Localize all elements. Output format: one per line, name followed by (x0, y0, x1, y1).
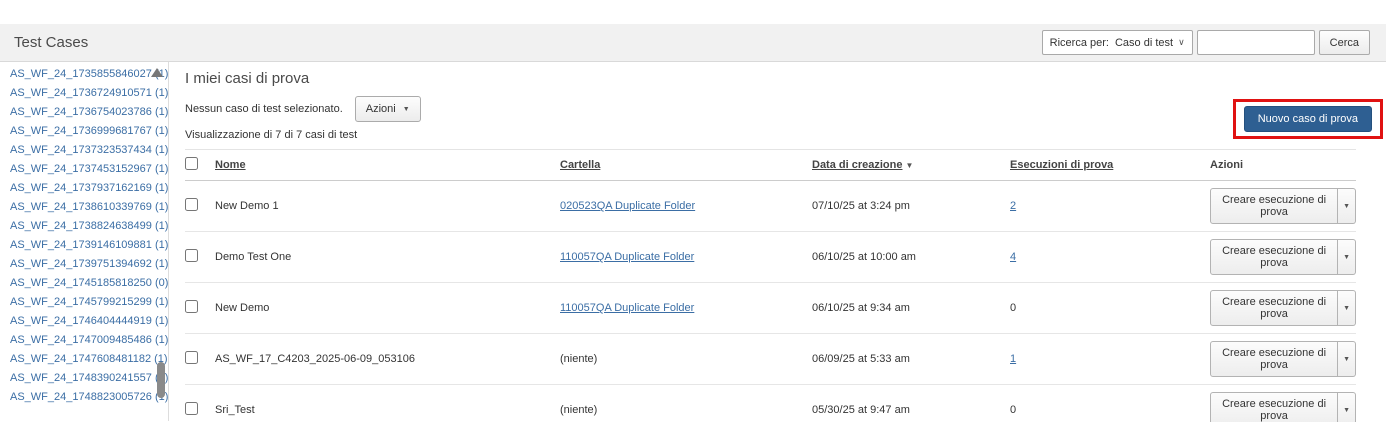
sidebar-item-case-group[interactable]: AS_WF_24_1745185818250 (0) (0, 274, 168, 293)
caret-down-icon: ▼ (403, 106, 410, 113)
executions-count[interactable]: 2 (1010, 200, 1016, 212)
sidebar-item-case-group[interactable]: AS_WF_24_1737937162169 (1) (0, 179, 168, 198)
actions-button-label: Azioni (366, 103, 396, 115)
row-action-caret-icon[interactable]: ▼ (1338, 188, 1356, 224)
executions-count[interactable]: 1 (1010, 353, 1016, 365)
sort-descending-icon: ▼ (905, 161, 913, 170)
sidebar-item-case-group[interactable]: AS_WF_24_1748823005726 (1) (0, 388, 168, 407)
sidebar-item-case-group[interactable]: AS_WF_24_1746404444919 (1) (0, 312, 168, 331)
search-scope-label: Ricerca per: (1050, 37, 1109, 49)
column-header-name[interactable]: Nome (215, 159, 246, 171)
row-checkbox[interactable] (185, 300, 198, 313)
sidebar-item-case-group[interactable]: AS_WF_24_1736724910571 (1) (0, 84, 168, 103)
case-name: Demo Test One (215, 251, 291, 263)
table-body: New Demo 1 020523QA Duplicate Folder 07/… (185, 181, 1356, 422)
row-checkbox[interactable] (185, 198, 198, 211)
row-action-split-button: Creare esecuzione di prova ▼ (1210, 341, 1356, 377)
row-action-split-button: Creare esecuzione di prova ▼ (1210, 392, 1356, 422)
table-row: New Demo 110057QA Duplicate Folder 06/10… (185, 283, 1356, 334)
row-action-split-button: Creare esecuzione di prova ▼ (1210, 239, 1356, 275)
folder-link[interactable]: 110057QA Duplicate Folder (560, 302, 694, 314)
sidebar-scrollbar-thumb[interactable] (157, 362, 165, 398)
sidebar-item-case-group[interactable]: AS_WF_24_1739146109881 (1) (0, 236, 168, 255)
chevron-down-icon: ∨ (1178, 37, 1185, 48)
search-button[interactable]: Cerca (1319, 30, 1370, 55)
executions-count[interactable]: 0 (1010, 302, 1016, 314)
new-test-case-button[interactable]: Nuovo caso di prova (1244, 106, 1372, 132)
table-row: Demo Test One 110057QA Duplicate Folder … (185, 232, 1356, 283)
sidebar: AS_WF_24_1735855846027 (1) AS_WF_24_1736… (0, 62, 169, 421)
row-action-split-button: Creare esecuzione di prova ▼ (1210, 188, 1356, 224)
create-test-run-button[interactable]: Creare esecuzione di prova (1210, 290, 1338, 326)
selection-status: Nessun caso di test selezionato. (185, 103, 343, 115)
page-header: Test Cases Ricerca per: Caso di test ∨ C… (0, 24, 1386, 62)
sidebar-item-case-group[interactable]: AS_WF_24_1748390241557 (1) (0, 369, 168, 388)
search-scope-select[interactable]: Caso di test ∨ (1115, 37, 1185, 49)
sidebar-item-case-group[interactable]: AS_WF_24_1737323537434 (1) (0, 141, 168, 160)
test-cases-table: Nome Cartella Data di creazione▼ Esecuzi… (185, 149, 1356, 422)
search-input[interactable] (1197, 30, 1315, 55)
display-count: Visualizzazione di 7 di 7 casi di test (185, 129, 1356, 141)
sidebar-item-case-group[interactable]: AS_WF_24_1747009485486 (1) (0, 331, 168, 350)
sidebar-item-case-group[interactable]: AS_WF_24_1736999681767 (1) (0, 122, 168, 141)
column-header-folder[interactable]: Cartella (560, 159, 600, 171)
sidebar-item-case-group[interactable]: AS_WF_24_1738824638499 (1) (0, 217, 168, 236)
annotation-highlight-box: Nuovo caso di prova (1233, 99, 1383, 139)
section-heading: I miei casi di prova (185, 70, 1356, 87)
row-action-caret-icon[interactable]: ▼ (1338, 392, 1356, 422)
folder-link[interactable]: (niente) (560, 353, 597, 365)
actions-dropdown-button[interactable]: Azioni ▼ (355, 96, 421, 122)
sidebar-item-case-group[interactable]: AS_WF_24_1736754023786 (1) (0, 103, 168, 122)
column-header-executions[interactable]: Esecuzioni di prova (1010, 159, 1113, 171)
search-area: Ricerca per: Caso di test ∨ Cerca (1042, 30, 1370, 55)
top-spacer (0, 0, 1386, 24)
create-test-run-button[interactable]: Creare esecuzione di prova (1210, 188, 1338, 224)
row-checkbox[interactable] (185, 249, 198, 262)
scroll-up-icon[interactable] (151, 68, 163, 77)
row-action-caret-icon[interactable]: ▼ (1338, 341, 1356, 377)
search-scope-box: Ricerca per: Caso di test ∨ (1042, 30, 1193, 55)
table-row: AS_WF_17_C4203_2025-06-09_053106 (niente… (185, 334, 1356, 385)
table-row: New Demo 1 020523QA Duplicate Folder 07/… (185, 181, 1356, 232)
row-action-caret-icon[interactable]: ▼ (1338, 239, 1356, 275)
row-checkbox[interactable] (185, 351, 198, 364)
sidebar-item-case-group[interactable]: AS_WF_24_1745799215299 (1) (0, 293, 168, 312)
row-action-split-button: Creare esecuzione di prova ▼ (1210, 290, 1356, 326)
sidebar-list: AS_WF_24_1735855846027 (1) AS_WF_24_1736… (0, 65, 168, 407)
creation-date: 07/10/25 at 3:24 pm (812, 200, 910, 212)
case-name: New Demo 1 (215, 200, 279, 212)
executions-count[interactable]: 4 (1010, 251, 1016, 263)
sidebar-item-case-group[interactable]: AS_WF_24_1747608481182 (1) (0, 350, 168, 369)
main-panel: I miei casi di prova Nessun caso di test… (169, 62, 1386, 421)
create-test-run-button[interactable]: Creare esecuzione di prova (1210, 392, 1338, 422)
table-header-row: Nome Cartella Data di creazione▼ Esecuzi… (185, 150, 1356, 181)
search-scope-value: Caso di test (1115, 37, 1173, 49)
create-test-run-button[interactable]: Creare esecuzione di prova (1210, 341, 1338, 377)
folder-link[interactable]: 110057QA Duplicate Folder (560, 251, 694, 263)
row-checkbox[interactable] (185, 402, 198, 415)
column-header-actions: Azioni (1210, 159, 1243, 171)
case-name: Sri_Test (215, 404, 255, 416)
sidebar-item-case-group[interactable]: AS_WF_24_1737453152967 (1) (0, 160, 168, 179)
create-test-run-button[interactable]: Creare esecuzione di prova (1210, 239, 1338, 275)
case-name: New Demo (215, 302, 269, 314)
executions-count[interactable]: 0 (1010, 404, 1016, 416)
sidebar-item-case-group[interactable]: AS_WF_24_1735855846027 (1) (0, 65, 168, 84)
toolbar-row: Nessun caso di test selezionato. Azioni … (185, 96, 1356, 122)
creation-date: 06/10/25 at 9:34 am (812, 302, 910, 314)
folder-link[interactable]: (niente) (560, 404, 597, 416)
column-header-created[interactable]: Data di creazione (812, 159, 902, 171)
sidebar-item-case-group[interactable]: AS_WF_24_1738610339769 (1) (0, 198, 168, 217)
row-action-caret-icon[interactable]: ▼ (1338, 290, 1356, 326)
content: AS_WF_24_1735855846027 (1) AS_WF_24_1736… (0, 62, 1386, 421)
creation-date: 05/30/25 at 9:47 am (812, 404, 910, 416)
case-name: AS_WF_17_C4203_2025-06-09_053106 (215, 353, 415, 365)
table-row: Sri_Test (niente) 05/30/25 at 9:47 am 0 … (185, 385, 1356, 422)
page-title: Test Cases (14, 34, 88, 51)
creation-date: 06/10/25 at 10:00 am (812, 251, 916, 263)
folder-link[interactable]: 020523QA Duplicate Folder (560, 200, 695, 212)
creation-date: 06/09/25 at 5:33 am (812, 353, 910, 365)
sidebar-item-case-group[interactable]: AS_WF_24_1739751394692 (1) (0, 255, 168, 274)
select-all-checkbox[interactable] (185, 157, 198, 170)
